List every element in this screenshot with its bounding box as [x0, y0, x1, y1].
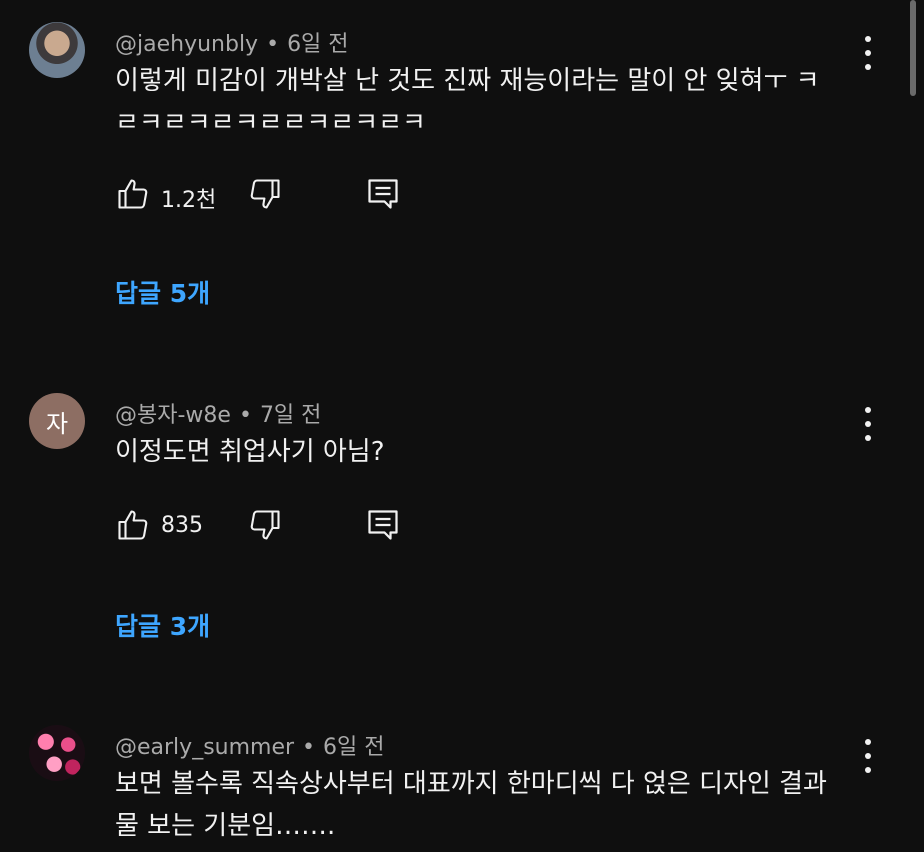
comment-text-line: 이정도면 취업사기 아님?: [115, 437, 385, 467]
comment-meta: @jaehyunbly • 6일 전: [115, 26, 349, 58]
more-vert-icon-dot: [865, 421, 871, 427]
thumbs-down-icon[interactable]: [247, 176, 283, 212]
comment-text-line: 이렇게 미감이 개박살 난 것도 진짜 재능이라는 말이 안 잊혀ㅜ ㅋ: [115, 66, 820, 96]
comment-meta: @early_summer • 6일 전: [115, 729, 385, 761]
separator-dot: •: [302, 735, 316, 760]
more-vert-icon: [865, 407, 871, 413]
thumbs-down-icon[interactable]: [247, 507, 283, 543]
view-replies-button[interactable]: 답글 3개: [115, 607, 210, 643]
more-vert-icon-dot: [865, 50, 871, 56]
avatar-letter: 자: [45, 409, 69, 438]
reply-icon[interactable]: [365, 176, 401, 212]
thumbs-up-icon[interactable]: [115, 176, 151, 212]
scrollbar[interactable]: [910, 0, 916, 96]
comment-meta: @봉자-w8e • 7일 전: [115, 397, 321, 429]
comment-time[interactable]: 6일 전: [287, 32, 348, 57]
more-vert-icon: [865, 36, 871, 42]
more-vert-icon-dot: [865, 435, 871, 441]
more-options-button[interactable]: [856, 407, 880, 441]
author-name[interactable]: @봉자-w8e: [115, 403, 231, 428]
like-count: 835: [161, 513, 203, 538]
comment-text: 이정도면 취업사기 아님?: [115, 431, 855, 473]
more-vert-icon-dot: [865, 753, 871, 759]
avatar[interactable]: [29, 22, 85, 78]
avatar[interactable]: [29, 725, 85, 781]
comment-text-line: 물 보는 기분임…….: [115, 811, 336, 841]
like-count: 1.2천: [161, 188, 217, 213]
comment-text: 이렇게 미감이 개박살 난 것도 진짜 재능이라는 말이 안 잊혀ㅜ ㅋ ㄹㅋㄹ…: [115, 60, 855, 144]
reply-icon[interactable]: [365, 507, 401, 543]
comment-time[interactable]: 6일 전: [323, 735, 384, 760]
separator-dot: •: [238, 403, 252, 428]
view-replies-button[interactable]: 답글 5개: [115, 274, 210, 310]
comment-text-line: ㄹㅋㄹㅋㄹㅋㄹㄹㅋㄹㅋㄹㅋ: [115, 108, 426, 138]
avatar[interactable]: 자: [29, 393, 85, 449]
thumbs-up-icon[interactable]: [115, 507, 151, 543]
comment-text-line: 보면 볼수록 직속상사부터 대표까지 한마디씩 다 얹은 디자인 결과: [115, 769, 827, 799]
more-vert-icon: [865, 739, 871, 745]
more-options-button[interactable]: [856, 36, 880, 70]
author-name[interactable]: @early_summer: [115, 735, 294, 760]
more-vert-icon-dot: [865, 767, 871, 773]
more-options-button[interactable]: [856, 739, 880, 773]
more-vert-icon-dot: [865, 64, 871, 70]
author-name[interactable]: @jaehyunbly: [115, 32, 258, 57]
separator-dot: •: [266, 32, 280, 57]
comment-time[interactable]: 7일 전: [260, 403, 321, 428]
comment-text: 보면 볼수록 직속상사부터 대표까지 한마디씩 다 얹은 디자인 결과 물 보는…: [115, 763, 855, 847]
